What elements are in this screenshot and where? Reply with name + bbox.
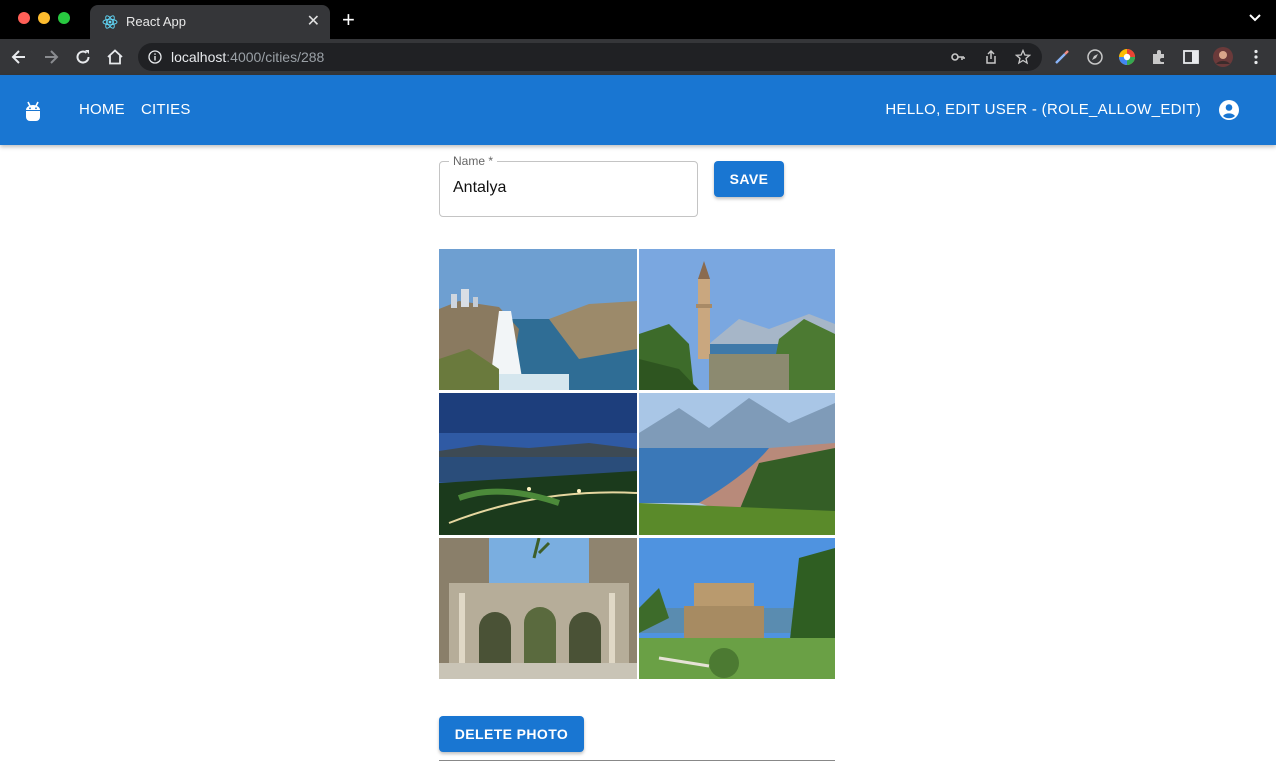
eyedropper-icon[interactable] bbox=[1053, 48, 1071, 66]
delete-photo-button[interactable]: DELETE PHOTO bbox=[439, 716, 584, 752]
share-icon[interactable] bbox=[983, 49, 999, 65]
info-icon[interactable] bbox=[148, 50, 162, 64]
url-text[interactable]: localhost:4000/cities/288 bbox=[171, 49, 324, 65]
name-field-label: Name * bbox=[449, 154, 498, 168]
photo-beach-mountains[interactable] bbox=[639, 393, 835, 535]
side-panel-icon[interactable] bbox=[1182, 48, 1200, 66]
chevron-down-icon[interactable] bbox=[1248, 11, 1262, 25]
account-circle-icon[interactable] bbox=[1218, 99, 1240, 121]
tab-title: React App bbox=[126, 14, 186, 29]
close-window-icon[interactable] bbox=[18, 12, 30, 24]
compass-icon[interactable] bbox=[1086, 48, 1104, 66]
android-logo-icon[interactable] bbox=[24, 100, 42, 122]
color-wheel-icon[interactable] bbox=[1118, 48, 1136, 66]
key-icon[interactable] bbox=[950, 49, 966, 65]
nav-cities[interactable]: CITIES bbox=[141, 101, 191, 118]
hadrian-gate-photo-image bbox=[439, 538, 637, 679]
photo-hadrian-gate[interactable] bbox=[439, 538, 637, 679]
night-coast-photo-image bbox=[439, 393, 637, 535]
name-input[interactable] bbox=[453, 179, 683, 197]
browser-tab[interactable]: React App ✕ bbox=[90, 5, 330, 39]
back-icon[interactable] bbox=[9, 47, 29, 67]
beach-mountains-photo-image bbox=[639, 393, 835, 535]
star-icon[interactable] bbox=[1015, 49, 1031, 65]
name-field[interactable]: Name * bbox=[439, 154, 698, 217]
nav-home[interactable]: HOME bbox=[79, 101, 125, 118]
puzzle-icon[interactable] bbox=[1150, 48, 1168, 66]
reload-icon[interactable] bbox=[73, 47, 93, 67]
address-bar[interactable]: localhost:4000/cities/288 bbox=[138, 43, 1042, 71]
forward-icon[interactable] bbox=[41, 47, 61, 67]
minaret-photo-image bbox=[639, 249, 835, 390]
react-icon bbox=[102, 15, 118, 29]
profile-avatar-icon[interactable] bbox=[1213, 47, 1233, 67]
hidirlik-tower-photo-image bbox=[639, 538, 835, 679]
user-greeting: HELLO, EDIT USER - (ROLE_ALLOW_EDIT) bbox=[885, 101, 1201, 118]
waterfall-photo-image bbox=[439, 249, 637, 390]
maximize-window-icon[interactable] bbox=[58, 12, 70, 24]
new-tab-icon[interactable]: + bbox=[342, 8, 355, 32]
close-tab-icon[interactable]: ✕ bbox=[307, 11, 320, 31]
browser-tabbar: React App ✕ + bbox=[0, 0, 1276, 39]
app-bar: HOME CITIES HELLO, EDIT USER - (ROLE_ALL… bbox=[0, 75, 1276, 145]
photo-hidirlik-tower[interactable] bbox=[639, 538, 835, 679]
kebab-menu-icon[interactable] bbox=[1247, 48, 1265, 66]
minimize-window-icon[interactable] bbox=[38, 12, 50, 24]
home-icon[interactable] bbox=[105, 47, 125, 67]
photo-night-coast[interactable] bbox=[439, 393, 637, 535]
divider bbox=[439, 760, 835, 761]
browser-toolbar: localhost:4000/cities/288 bbox=[0, 39, 1276, 75]
save-button[interactable]: SAVE bbox=[714, 161, 784, 197]
photo-waterfall[interactable] bbox=[439, 249, 637, 390]
photo-minaret[interactable] bbox=[639, 249, 835, 390]
